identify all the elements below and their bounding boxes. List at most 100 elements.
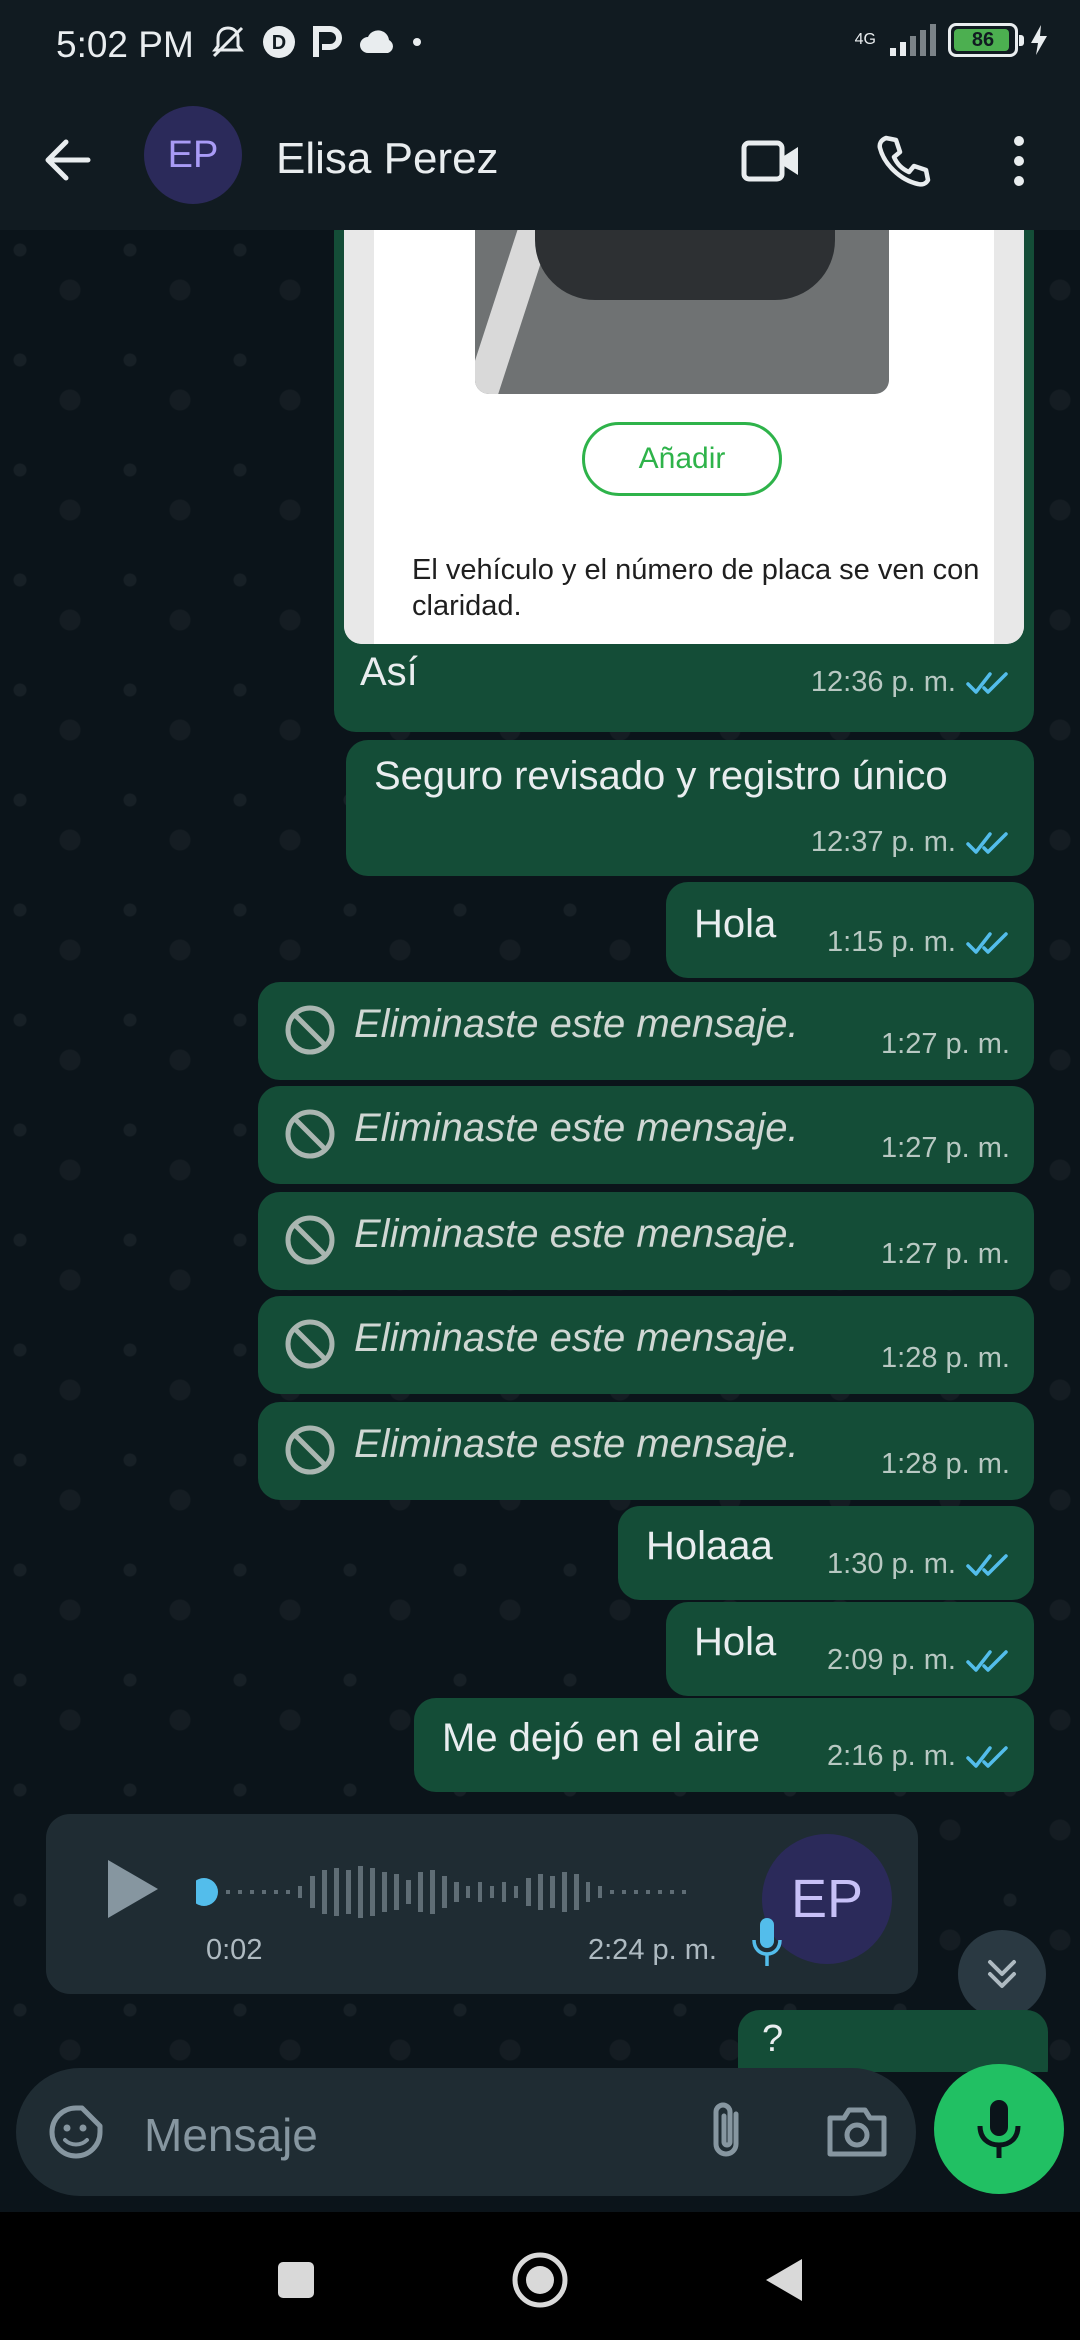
record-voice-button[interactable] [934,2064,1064,2194]
message-bubble[interactable]: ? [738,2010,1048,2072]
back-button[interactable] [36,128,100,192]
deleted-message-bubble[interactable]: Eliminaste este mensaje. 1:27 p. m. [258,1086,1034,1184]
status-left-icons: D [208,22,424,62]
message-time: 1:27 p. m. [881,1028,1010,1060]
image-border-left [344,230,374,644]
blocked-icon [285,1319,335,1369]
more-vert-icon [1014,136,1024,186]
system-nav-bar [0,2212,1080,2340]
message-input-bar[interactable]: Mensaje [16,2068,916,2196]
read-ticks-icon [966,931,1008,954]
network-type: 4G [854,31,876,48]
blocked-icon [285,1215,335,1265]
deleted-message-bubble[interactable]: Eliminaste este mensaje. 1:27 p. m. [258,1192,1034,1290]
message-time: 2:09 p. m. [827,1644,956,1676]
video-call-icon [741,140,798,182]
message-bubble[interactable]: Hola 2:09 p. m. [666,1602,1034,1696]
message-time: 1:28 p. m. [881,1448,1010,1480]
deleted-message-bubble[interactable]: Eliminaste este mensaje. 1:27 p. m. [258,982,1034,1080]
mic-icon [977,2100,1021,2158]
image-message-bubble[interactable]: Añadir El vehículo y el número de placa … [334,230,1034,732]
voice-message-bubble[interactable]: 0:02 2:24 p. m. EP [46,1814,918,1994]
message-text: Hola [694,902,777,946]
message-time: 1:28 p. m. [881,1342,1010,1374]
message-meta: 2:09 p. m. [827,1644,1012,1677]
read-ticks-icon [966,671,1008,694]
triangle-back-icon [766,2259,802,2301]
deleted-message-bubble[interactable]: Eliminaste este mensaje. 1:28 p. m. [258,1296,1034,1394]
message-time: 12:37 p. m. [810,826,956,858]
square-icon [278,2262,314,2298]
deleted-message-text: Eliminaste este mensaje. [354,1422,799,1466]
video-call-button[interactable] [736,126,806,196]
home-circle-icon [512,2252,568,2308]
blocked-icon [285,1109,335,1159]
signal-icon [890,24,936,56]
status-time: 5:02 PM [56,24,194,65]
battery-level: 86 [971,28,995,51]
message-time: 1:30 p. m. [827,1548,956,1580]
message-meta: 2:16 p. m. [827,1740,1012,1773]
double-chevron-down-icon [988,1960,1016,1988]
play-button[interactable] [102,1854,162,1924]
read-ticks-icon [966,831,1008,854]
mic-icon [752,1918,782,1966]
status-bar: 5:02 PM D 4G 86 [0,0,1080,92]
message-bubble[interactable]: Seguro revisado y registro único 12:37 p… [346,740,1034,876]
charging-icon [1031,25,1047,55]
sticker-button[interactable] [46,2102,106,2162]
blocked-icon [285,1005,335,1055]
sticker-icon [49,2105,103,2159]
recents-button[interactable] [266,2250,326,2310]
message-bubble[interactable]: Hola 1:15 p. m. [666,882,1034,978]
contact-avatar[interactable]: EP [144,106,242,204]
shared-image[interactable]: Añadir El vehículo y el número de placa … [344,230,1024,644]
image-caption: El vehículo y el número de placa se ven … [412,554,980,622]
paperclip-icon [713,2102,739,2157]
message-time: 12:36 p. m. [810,666,956,698]
cloud-icon [360,30,393,53]
message-input[interactable]: Mensaje [144,2108,318,2162]
d-icon: D [263,26,295,58]
deleted-message-text: Eliminaste este mensaje. [354,1316,799,1360]
message-text: Seguro revisado y registro único [374,754,948,798]
add-button: Añadir [582,422,782,496]
deleted-message-bubble[interactable]: Eliminaste este mensaje. 1:28 p. m. [258,1402,1034,1500]
read-ticks-icon [966,1745,1008,1768]
phone-call-icon [877,135,931,187]
message-meta: 12:37 p. m. [811,826,1012,859]
voice-time: 2:24 p. m. [588,1934,717,1966]
message-time: 1:27 p. m. [881,1238,1010,1270]
play-icon [108,1860,158,1918]
read-ticks-icon [966,1649,1008,1672]
message-bubble[interactable]: Me dejó en el aire 2:16 p. m. [414,1698,1034,1792]
message-time: 1:27 p. m. [881,1132,1010,1164]
message-time: 2:16 p. m. [827,1740,956,1772]
contact-name[interactable]: Elisa Perez [276,134,499,184]
audio-waveform[interactable] [196,1864,776,1920]
deleted-message-text: Eliminaste este mensaje. [354,1002,799,1046]
voice-duration: 0:02 [206,1934,263,1966]
message-text: ? [762,2018,784,2060]
message-text: Así [360,650,418,694]
message-text: Holaaa [646,1524,773,1568]
home-button[interactable] [510,2250,570,2310]
chat-header: EP Elisa Perez [0,92,1080,230]
chat-area[interactable]: Añadir El vehículo y el número de placa … [0,230,1080,2072]
deleted-message-text: Eliminaste este mensaje. [354,1212,799,1256]
message-text: Me dejó en el aire [442,1716,760,1760]
read-ticks-icon [966,1553,1008,1576]
status-right-icons: 4G 86 [855,22,1050,58]
message-time: 1:15 p. m. [827,926,956,958]
blocked-icon [285,1425,335,1475]
scroll-to-bottom-button[interactable] [958,1930,1046,2018]
back-nav-button[interactable] [754,2250,814,2310]
more-options-button[interactable] [984,126,1054,196]
camera-button[interactable] [824,2100,890,2164]
message-bubble[interactable]: Holaaa 1:30 p. m. [618,1506,1034,1600]
voice-call-button[interactable] [868,126,938,196]
message-meta: 1:30 p. m. [827,1548,1012,1581]
attach-button[interactable] [696,2098,760,2162]
message-meta: 12:36 p. m. [811,666,1012,699]
vehicle-photo [475,230,889,394]
